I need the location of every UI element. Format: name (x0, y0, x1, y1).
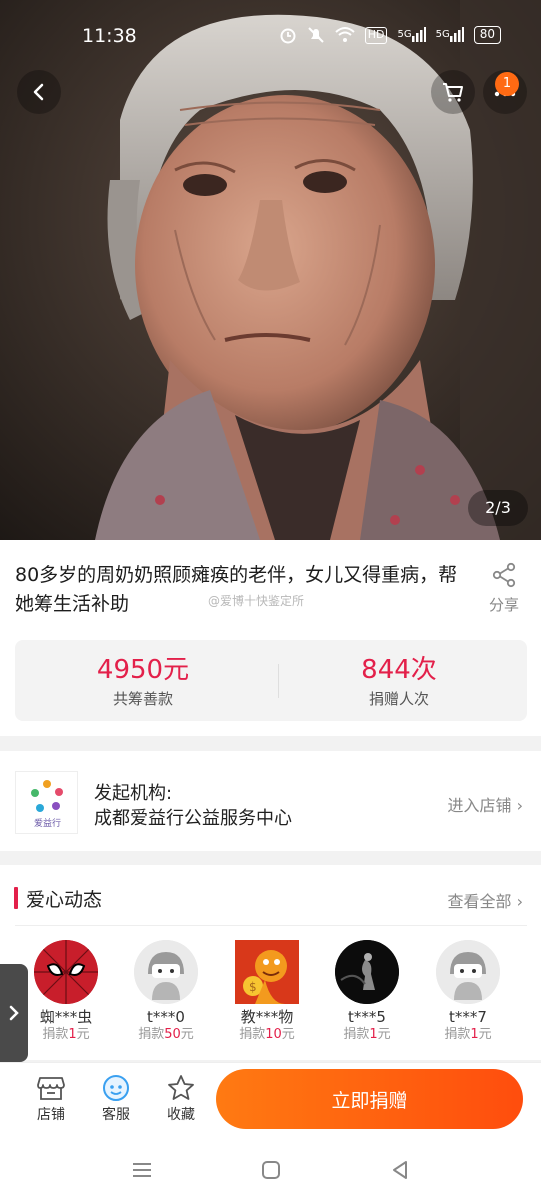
shop-button[interactable]: 店铺 (26, 1072, 76, 1124)
enter-shop-link[interactable]: 进入店铺 › (447, 792, 523, 816)
donor-name: t***0 (147, 1008, 185, 1026)
cart-badge: 1 (495, 72, 519, 96)
spiderman-avatar-icon (34, 940, 98, 1004)
hero-image[interactable]: 11:38 HD 5G 5G 80 1 2/3 (0, 0, 541, 540)
battery-indicator: 80 (473, 26, 501, 44)
back-button[interactable] (17, 70, 61, 114)
back-nav-icon[interactable] (385, 1155, 415, 1185)
love-feed-section: 爱心动态 查看全部 › 蜘***虫 捐款1元 t***0 捐款50元 $ 教**… (0, 865, 541, 1060)
organizer-logo: 爱益行 (15, 771, 78, 834)
wifi-icon (335, 26, 355, 44)
favorite-button[interactable]: 收藏 (156, 1072, 206, 1124)
mute-icon (307, 26, 325, 44)
status-icons: HD 5G 5G 80 (279, 26, 501, 44)
view-all-label: 查看全部 (447, 892, 512, 911)
organizer-card[interactable]: 爱益行 发起机构: 成都爱益行公益服务中心 进入店铺 › (0, 751, 541, 851)
side-expand-tab[interactable] (0, 964, 28, 1062)
service-icon (91, 1072, 141, 1104)
organizer-logo-mark (31, 780, 63, 812)
alarm-icon (279, 26, 297, 44)
donor-item[interactable]: t***5 捐款1元 (317, 940, 417, 1044)
donor-item[interactable]: t***0 捐款50元 (116, 940, 216, 1044)
enter-shop-label: 进入店铺 (447, 796, 512, 815)
donor-amount: 捐款1元 (444, 1027, 492, 1042)
signal-5g-icon: 5G (397, 26, 426, 44)
signal-5g-icon-2: 5G (436, 26, 464, 44)
favorite-label: 收藏 (167, 1107, 195, 1123)
donor-name: 蜘***虫 (39, 1008, 93, 1026)
donor-item[interactable]: $ 教***物 捐款10元 (217, 940, 317, 1044)
shop-label: 店铺 (37, 1107, 65, 1123)
chevron-left-icon (33, 83, 44, 101)
svg-text:$: $ (249, 980, 257, 994)
view-all-link[interactable]: 查看全部 › (447, 888, 523, 912)
donor-name: t***5 (348, 1008, 386, 1026)
image-counter: 2/3 (468, 490, 528, 526)
status-time: 11:38 (82, 25, 137, 47)
donor-item[interactable]: 蜘***虫 捐款1元 (16, 940, 116, 1044)
bottom-action-bar: 店铺 客服 收藏 立即捐赠 (0, 1062, 541, 1138)
donation-stats: 4950元 共筹善款 844次 捐赠人次 (15, 640, 527, 721)
section-divider (15, 925, 527, 926)
project-info-card: 80多岁的周奶奶照顾瘫痪的老伴，女儿又得重病，帮她筹生活补助 @爱博十快鉴定所 … (0, 540, 541, 736)
donor-amount: 捐款10元 (239, 1027, 295, 1042)
raised-value: 4950元 (96, 655, 190, 685)
default-avatar-icon (436, 940, 500, 1004)
shop-icon (26, 1072, 76, 1104)
customer-service-button[interactable]: 客服 (91, 1072, 141, 1124)
donor-name: 教***物 (240, 1008, 294, 1026)
default-avatar-icon (134, 940, 198, 1004)
donor-amount: 捐款1元 (42, 1027, 90, 1042)
cartoon-avatar-icon: $ (235, 940, 299, 1004)
raised-stat: 4950元 共筹善款 (15, 654, 271, 709)
hd-icon: HD (364, 26, 388, 44)
donor-name: t***7 (449, 1008, 487, 1026)
donors-stat: 844次 捐赠人次 (271, 654, 527, 709)
system-nav-bar (0, 1138, 541, 1200)
donate-now-button[interactable]: 立即捐赠 (216, 1069, 523, 1129)
donor-amount: 捐款50元 (138, 1027, 194, 1042)
organizer-name: 成都爱益行公益服务中心 (94, 808, 292, 829)
cart-icon (443, 83, 463, 102)
donors-value: 844次 (361, 655, 437, 685)
chevron-right-icon: › (516, 892, 523, 911)
share-icon (492, 562, 516, 588)
donor-item[interactable]: t***7 捐款1元 (418, 940, 518, 1044)
raised-label: 共筹善款 (112, 690, 173, 708)
chevron-right-icon (9, 1005, 19, 1021)
share-label: 分享 (488, 596, 519, 614)
feed-title: 爱心动态 (26, 889, 103, 911)
organizer-logo-text: 爱益行 (33, 819, 61, 829)
star-icon (156, 1072, 206, 1104)
status-bar: 11:38 HD 5G 5G 80 (0, 0, 541, 70)
cart-button[interactable] (431, 70, 475, 114)
dark-photo-avatar-icon (335, 940, 399, 1004)
project-title: 80多岁的周奶奶照顾瘫痪的老伴，女儿又得重病，帮她筹生活补助 (15, 564, 458, 615)
service-label: 客服 (102, 1107, 130, 1123)
organizer-label: 发起机构: (94, 783, 173, 804)
home-icon[interactable] (256, 1155, 286, 1185)
share-button[interactable]: 分享 (486, 562, 522, 615)
donors-label: 捐赠人次 (368, 690, 429, 708)
menu-icon[interactable] (127, 1155, 157, 1185)
chevron-right-icon: › (516, 796, 523, 815)
donor-amount: 捐款1元 (343, 1027, 391, 1042)
section-accent-bar (14, 887, 18, 909)
watermark-text: @爱博十快鉴定所 (208, 594, 305, 608)
